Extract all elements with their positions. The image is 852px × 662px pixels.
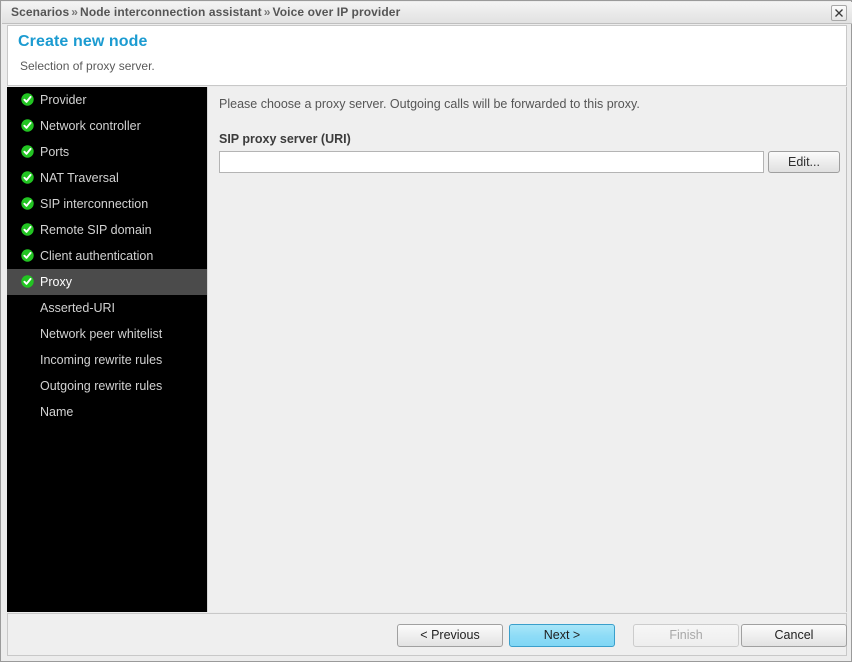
sidebar-step-ports[interactable]: Ports	[7, 139, 207, 165]
sidebar-step-name[interactable]: Name	[7, 399, 207, 425]
finish-button: Finish	[633, 624, 739, 647]
sidebar-step-label: Name	[40, 405, 74, 419]
sidebar-step-label: Network controller	[40, 119, 141, 133]
step-completed-check-icon	[21, 271, 34, 288]
sidebar-step-network-peer-whitelist[interactable]: Network peer whitelist	[7, 321, 207, 347]
sidebar-step-label: Client authentication	[40, 249, 154, 263]
sidebar-step-asserted-uri[interactable]: Asserted-URI	[7, 295, 207, 321]
step-completed-check-icon	[21, 115, 34, 132]
breadcrumb: Scenarios» Node interconnection assistant…	[11, 5, 400, 19]
sidebar-step-nat-traversal[interactable]: NAT Traversal	[7, 165, 207, 191]
sidebar-step-label: Network peer whitelist	[40, 327, 163, 341]
wizard-step-sidebar[interactable]: Provider Network controller Ports NAT Trave…	[7, 87, 207, 612]
sidebar-step-label: Asserted-URI	[40, 301, 116, 315]
sidebar-step-label: NAT Traversal	[40, 171, 119, 185]
sidebar-step-label: Provider	[40, 93, 87, 107]
sidebar-step-label: Remote SIP domain	[40, 223, 152, 237]
step-completed-check-icon	[21, 245, 34, 262]
previous-button[interactable]: < Previous	[397, 624, 503, 647]
sip-proxy-server-input[interactable]	[219, 151, 764, 173]
sidebar-step-incoming-rewrite-rules[interactable]: Incoming rewrite rules	[7, 347, 207, 373]
sidebar-step-label: Outgoing rewrite rules	[40, 379, 163, 393]
sidebar-step-client-authentication[interactable]: Client authentication	[7, 243, 207, 269]
sip-proxy-server-field-row: Edit...	[219, 151, 840, 173]
breadcrumb-item-assistant[interactable]: Node interconnection assistant	[80, 5, 262, 19]
edit-button[interactable]: Edit...	[768, 151, 840, 173]
sidebar-step-network-controller[interactable]: Network controller	[7, 113, 207, 139]
step-completed-check-icon	[21, 89, 34, 106]
wizard-header-panel: Create new node Selection of proxy serve…	[7, 25, 847, 86]
sidebar-step-label: Ports	[40, 145, 70, 159]
sidebar-step-proxy[interactable]: Proxy	[7, 269, 207, 295]
breadcrumb-separator-icon: »	[263, 5, 271, 19]
sidebar-step-outgoing-rewrite-rules[interactable]: Outgoing rewrite rules	[7, 373, 207, 399]
step-completed-check-icon	[21, 219, 34, 236]
instruction-text: Please choose a proxy server. Outgoing c…	[219, 97, 640, 111]
step-completed-check-icon	[21, 167, 34, 184]
sidebar-step-remote-sip-domain[interactable]: Remote SIP domain	[7, 217, 207, 243]
wizard-window: Scenarios» Node interconnection assistant…	[0, 0, 852, 662]
sidebar-step-sip-interconnection[interactable]: SIP interconnection	[7, 191, 207, 217]
breadcrumb-separator-icon: »	[71, 5, 79, 19]
page-subtitle: Selection of proxy server.	[20, 59, 155, 73]
window-titlebar: Scenarios» Node interconnection assistant…	[2, 2, 852, 24]
sidebar-step-label: SIP interconnection	[40, 197, 149, 211]
step-completed-check-icon	[21, 141, 34, 158]
page-title: Create new node	[18, 33, 148, 50]
sidebar-step-label: Proxy	[40, 275, 72, 289]
breadcrumb-item-current: Voice over IP provider	[272, 5, 401, 19]
cancel-button[interactable]: Cancel	[741, 624, 847, 647]
sip-proxy-server-label: SIP proxy server (URI)	[219, 132, 351, 146]
step-completed-check-icon	[21, 193, 34, 210]
close-icon	[832, 8, 846, 18]
wizard-footer: < Previous Next > Finish Cancel	[7, 613, 847, 656]
sidebar-step-provider[interactable]: Provider	[7, 87, 207, 113]
wizard-content-panel: Please choose a proxy server. Outgoing c…	[207, 87, 847, 612]
next-button[interactable]: Next >	[509, 624, 615, 647]
close-button[interactable]	[831, 5, 847, 21]
sidebar-step-label: Incoming rewrite rules	[40, 353, 163, 367]
breadcrumb-item-scenarios[interactable]: Scenarios	[11, 5, 69, 19]
